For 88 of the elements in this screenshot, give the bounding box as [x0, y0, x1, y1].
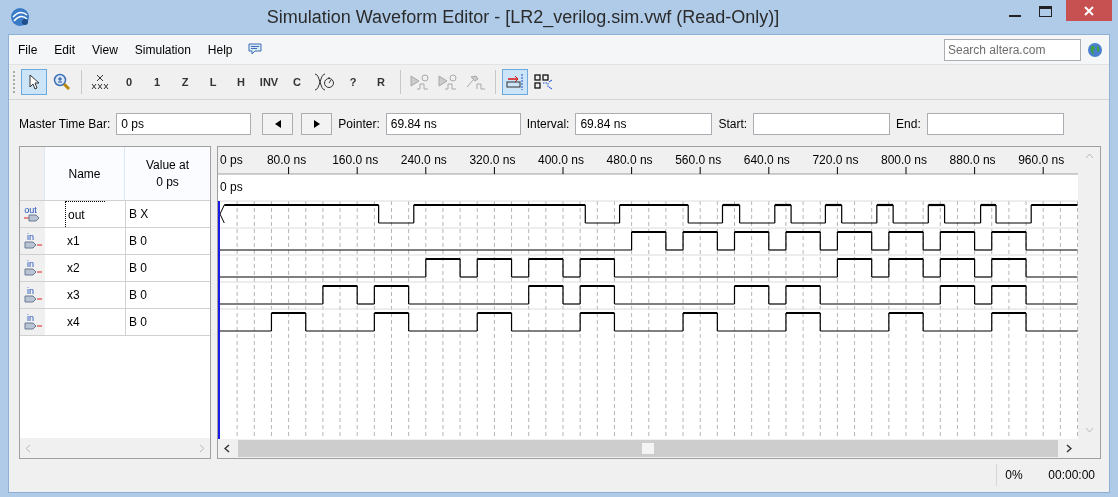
- menu-item[interactable]: File: [16, 40, 40, 59]
- close-button[interactable]: [1066, 0, 1112, 21]
- time-tick-label: 800.0 ns: [881, 153, 927, 167]
- time-tick-label: 400.0 ns: [538, 153, 584, 167]
- clock-value-icon: [314, 73, 336, 91]
- waveform-value-button[interactable]: 0: [116, 69, 142, 95]
- snap-to-grid-icon: [505, 73, 525, 91]
- window-title: Simulation Waveform Editor - [LR2_verilog.sim.vwf (Read-Only)]: [265, 5, 781, 30]
- time-field[interactable]: 69.84 ns: [575, 113, 713, 135]
- progress-text: 0%: [1005, 467, 1023, 484]
- field-label: Master Time Bar:: [19, 116, 111, 133]
- right-triangle-icon: [313, 120, 320, 128]
- waveform-value-button[interactable]: R: [368, 69, 394, 95]
- port-arrow-icon: [23, 322, 42, 330]
- port-arrow-icon: [23, 214, 42, 222]
- waveform-value-button[interactable]: H: [228, 69, 254, 95]
- port-label: in: [27, 314, 34, 322]
- waveform-value-button[interactable]: L: [200, 69, 226, 95]
- time-field[interactable]: [926, 113, 1064, 135]
- waveform-value-button[interactable]: INV: [256, 69, 282, 95]
- elapsed-time: 00:00:00: [1048, 467, 1095, 484]
- time-tick-label: 480.0 ns: [606, 153, 653, 167]
- field-label: End:: [896, 116, 921, 133]
- time-tick-label: 0 ps: [220, 153, 243, 167]
- column-header[interactable]: Value at 0 ps: [125, 147, 210, 200]
- scroll-thumb[interactable]: [642, 443, 654, 454]
- app-logo-icon: [10, 7, 30, 27]
- left-triangle-icon: [274, 120, 281, 128]
- feedback-icon: [247, 43, 262, 56]
- time-field[interactable]: [753, 113, 891, 135]
- signal-name[interactable]: x4: [65, 309, 100, 335]
- pointer-icon: [27, 74, 41, 90]
- signal-value: B 0: [125, 228, 210, 254]
- signal-value: B X: [125, 201, 210, 227]
- horizontal-scrollbar[interactable]: [20, 438, 210, 458]
- previous-button[interactable]: [262, 113, 294, 135]
- signal-name[interactable]: x3: [65, 282, 100, 308]
- port-arrow-icon: [23, 295, 42, 303]
- globe-icon: [1087, 41, 1103, 58]
- grid-icon: [533, 73, 553, 91]
- time-tick-label: 160.0 ns: [332, 153, 379, 167]
- close-icon: [1084, 5, 1094, 16]
- next-button[interactable]: [301, 113, 333, 135]
- waveform-value-button[interactable]: C: [284, 69, 310, 95]
- signal-value: B 0: [125, 255, 210, 281]
- signal-name[interactable]: x1: [65, 228, 100, 254]
- port-label: in: [27, 260, 34, 268]
- time-tick-label: 880.0 ns: [949, 153, 996, 167]
- pointer-button[interactable]: [21, 69, 47, 95]
- snap-button[interactable]: [502, 69, 528, 95]
- simulate-icon: [409, 73, 431, 91]
- waveform-value-button[interactable]: 1: [144, 69, 170, 95]
- port-label: in: [27, 233, 34, 241]
- waveform-value-button[interactable]: Z: [172, 69, 198, 95]
- port-arrow-icon: [23, 241, 42, 249]
- column-header[interactable]: Name: [45, 147, 125, 200]
- field-label: Pointer:: [338, 116, 380, 133]
- time-field[interactable]: 69.84 ns: [385, 113, 521, 135]
- horizontal-scrollbar[interactable]: [218, 439, 1100, 458]
- menu-item[interactable]: Edit: [52, 40, 78, 59]
- signal-name[interactable]: out: [65, 201, 105, 227]
- port-label: out: [24, 206, 37, 214]
- vertical-scrollbar[interactable]: [1078, 147, 1100, 439]
- waveform-value-button[interactable]: ?: [340, 69, 366, 95]
- unknown-value-icon: [91, 73, 111, 91]
- signal-name[interactable]: x2: [65, 255, 100, 281]
- signal-value: B 0: [125, 282, 210, 308]
- signal-value: B 0: [125, 309, 210, 335]
- time-tick-label: 240.0 ns: [400, 153, 447, 167]
- search-field[interactable]: Search altera.com: [944, 38, 1081, 61]
- port-arrow-icon: [23, 268, 42, 276]
- time-tick-label: 640.0 ns: [743, 153, 790, 167]
- hammer-icon: [465, 73, 487, 91]
- simulate-icon: [437, 73, 459, 91]
- time-tick-label: 960.0 ns: [1018, 153, 1065, 167]
- time-tick-label: 720.0 ns: [812, 153, 859, 167]
- menu-item[interactable]: Help: [205, 40, 235, 59]
- menu-item[interactable]: Simulation: [132, 40, 193, 59]
- time-tick-label: 560.0 ns: [675, 153, 722, 167]
- zoom-icon: [53, 73, 71, 91]
- menu-item[interactable]: View: [90, 40, 120, 59]
- cursor-time-label: 0 ps: [220, 180, 243, 194]
- field-label: Start:: [718, 116, 748, 133]
- time-tick-label: 320.0 ns: [469, 153, 516, 167]
- port-label: in: [27, 287, 34, 295]
- time-field[interactable]: 0 ps: [116, 113, 252, 135]
- time-tick-label: 80.0 ns: [266, 153, 307, 167]
- field-label: Interval:: [526, 116, 570, 133]
